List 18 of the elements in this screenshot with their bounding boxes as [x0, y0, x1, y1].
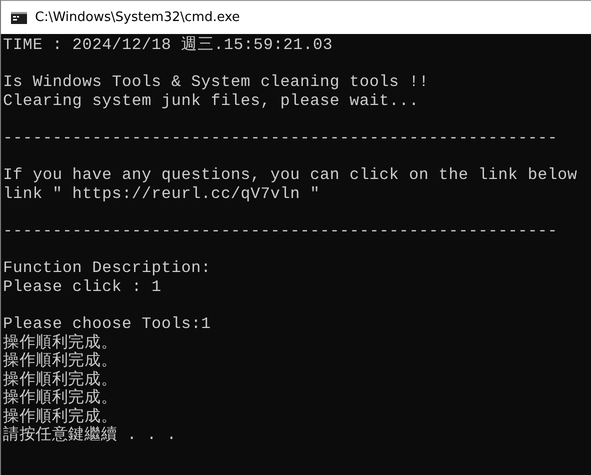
console-line: Please choose Tools:1	[3, 314, 211, 334]
console-line: Clearing system junk files, please wait...	[3, 92, 419, 110]
console-line: Please click : 1	[3, 278, 162, 296]
console-line: link " https://reurl.cc/qV7vln "	[3, 184, 320, 204]
console-line: Is Windows Tools & System cleaning tools !!	[3, 73, 429, 92]
console-line: 操作順利完成。	[3, 370, 118, 389]
dashed-separator: --------------------------------------------------------	[3, 128, 558, 148]
console-line: 操作順利完成。	[3, 389, 118, 408]
console-line: 請按任意鍵繼續 . . .	[3, 426, 177, 446]
console-line: If you have any questions, you can click on the link below	[3, 166, 578, 185]
dashed-separator: --------------------------------------------------------	[3, 222, 558, 241]
console-line: 操作順利完成。	[3, 352, 118, 370]
console-line: TIME : 2024/12/18 週三.15:59:21.03	[3, 36, 333, 55]
console-icon	[11, 12, 27, 24]
window-title: C:\Windows\System32\cmd.exe	[35, 10, 240, 25]
console-line: 操作順利完成。	[3, 334, 118, 352]
console-line: 操作順利完成。	[3, 408, 118, 426]
console-line: Function Description:	[3, 259, 211, 278]
